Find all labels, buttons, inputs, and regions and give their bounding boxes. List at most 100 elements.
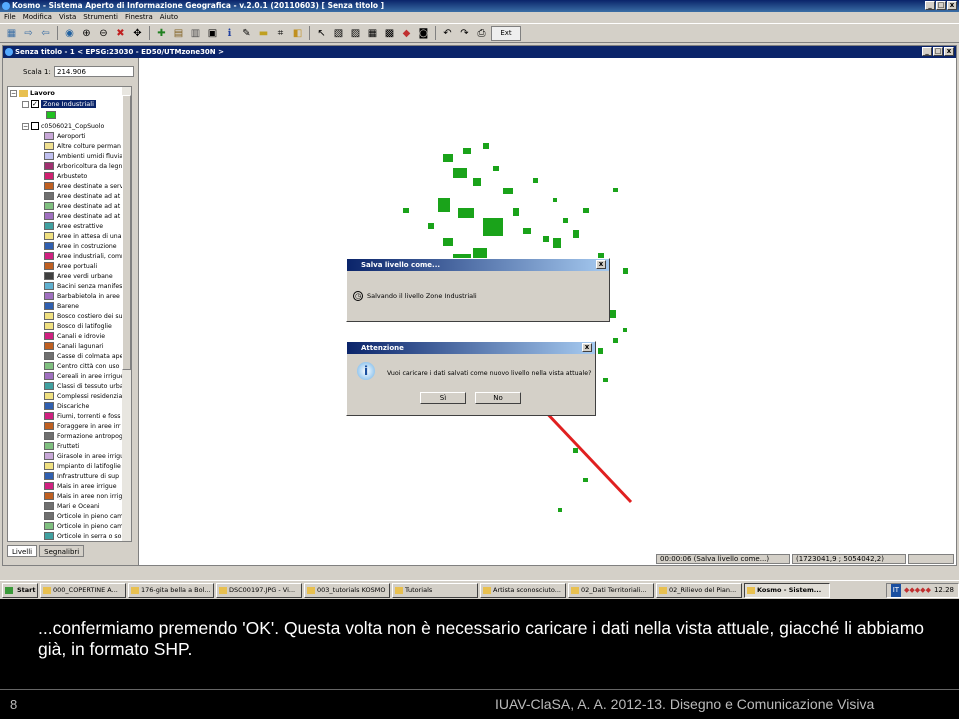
legend-item: Aree destinate ad at: [44, 212, 127, 222]
confirm-dialog-close-button[interactable]: x: [582, 343, 592, 352]
legend-label: Complessi residenzial: [57, 393, 125, 400]
layer-icon[interactable]: ▨: [348, 26, 363, 41]
scale-input[interactable]: 214.906: [54, 66, 134, 77]
legend-swatch: [44, 442, 54, 450]
yes-button[interactable]: Sì: [420, 392, 466, 404]
measure-icon[interactable]: ⌗: [273, 26, 288, 41]
layer-row-copsuolo[interactable]: − c0506021_CopSuolo: [22, 122, 104, 130]
redo-icon[interactable]: ↷: [457, 26, 472, 41]
legend-item: Arbusteto: [44, 172, 127, 182]
group-row[interactable]: − Lavoro: [10, 89, 55, 97]
maximize-button[interactable]: □: [936, 1, 946, 10]
legend-label: Aree portuali: [57, 263, 98, 270]
zoom-in-icon[interactable]: ⊕: [79, 26, 94, 41]
status-bar: 00:00:06 (Salva livello come...) (172304…: [3, 554, 956, 565]
view-close-button[interactable]: x: [944, 47, 954, 56]
save-dialog-titlebar: Salva livello come... x: [347, 259, 609, 271]
task-button[interactable]: 003_tutorials KOSMO: [304, 582, 390, 598]
new-view-icon[interactable]: ▦: [4, 26, 19, 41]
legend-label: Frutteti: [57, 443, 80, 450]
pan-icon[interactable]: ✥: [130, 26, 145, 41]
task-button[interactable]: 176-gita bella a Bol...: [128, 582, 214, 598]
layer1-swatch: [46, 111, 56, 119]
legend-label: Infrastrutture di sup: [57, 473, 120, 480]
menu-modifica[interactable]: Modifica: [23, 12, 52, 23]
language-indicator[interactable]: IT: [890, 583, 902, 597]
select-icon[interactable]: ↖: [314, 26, 329, 41]
legend-swatch: [44, 332, 54, 340]
legend-item: Formazione antropog: [44, 432, 127, 442]
box-icon[interactable]: ◧: [290, 26, 305, 41]
legend-label: Barene: [57, 303, 79, 310]
close-button[interactable]: x: [947, 1, 957, 10]
app-title: Kosmo - Sistema Aperto di Informazione G…: [12, 1, 385, 10]
legend-label: Fiumi, torrenti e foss: [57, 413, 121, 420]
edit-icon[interactable]: ▧: [331, 26, 346, 41]
checkbox-icon[interactable]: ✓: [31, 100, 39, 108]
task-button[interactable]: Tutorials: [392, 582, 478, 598]
task-button[interactable]: 02_Rilievo del Pian...: [656, 582, 742, 598]
save-icon[interactable]: ▣: [205, 26, 220, 41]
legend-label: Arbusteto: [57, 173, 88, 180]
app-titlebar: Kosmo - Sistema Aperto di Informazione G…: [0, 0, 959, 12]
task-button[interactable]: Artista sconosciuto...: [480, 582, 566, 598]
task-button[interactable]: DSC00197.JPG - Vi...: [216, 582, 302, 598]
start-button[interactable]: Start: [2, 582, 38, 598]
footer-divider: [0, 689, 959, 690]
legend-item: Girasole in aree irrigu: [44, 452, 127, 462]
legend-swatch: [44, 352, 54, 360]
legend-item: Aree in attesa di una: [44, 232, 127, 242]
pencil-icon[interactable]: ✎: [239, 26, 254, 41]
view-minimize-button[interactable]: _: [922, 47, 932, 56]
clock: 12.28: [933, 585, 954, 594]
legend-swatch: [44, 532, 54, 540]
legend-label: Formazione antropog: [57, 433, 123, 440]
legend-swatch: [44, 432, 54, 440]
menu-aiuto[interactable]: Aiuto: [160, 12, 178, 23]
legend-label: Aree in costruzione: [57, 243, 117, 250]
ext-button[interactable]: Ext: [491, 25, 521, 41]
menu-file[interactable]: File: [4, 12, 16, 23]
save-dialog-title: Salva livello come...: [361, 261, 441, 269]
info-icon[interactable]: ℹ: [222, 26, 237, 41]
task-button-kosmo[interactable]: Kosmo - Sistem...: [744, 582, 830, 598]
zoom-extent-icon[interactable]: ✖: [113, 26, 128, 41]
menu-strumenti[interactable]: Strumenti: [83, 12, 118, 23]
menu-finestra[interactable]: Finestra: [125, 12, 153, 23]
legend-swatch: [44, 302, 54, 310]
arrow-left-icon[interactable]: ⇦: [38, 26, 53, 41]
task-button[interactable]: 000_COPERTINE A...: [40, 582, 126, 598]
tree-scrollbar[interactable]: [122, 87, 131, 541]
no-button[interactable]: No: [475, 392, 521, 404]
add-layer-icon[interactable]: ✚: [154, 26, 169, 41]
legend-item: Centro città con uso: [44, 362, 127, 372]
palette-icon[interactable]: ◆: [399, 26, 414, 41]
add-shapefile-icon[interactable]: ▤: [171, 26, 186, 41]
task-button[interactable]: 02_Dati Territoriali...: [568, 582, 654, 598]
globe-icon[interactable]: ◉: [62, 26, 77, 41]
add-database-icon[interactable]: ▥: [188, 26, 203, 41]
legend-item: Aree verdi urbane: [44, 272, 127, 282]
menu-vista[interactable]: Vista: [59, 12, 76, 23]
minimize-button[interactable]: _: [925, 1, 935, 10]
legend-swatch: [44, 212, 54, 220]
legend-swatch: [44, 522, 54, 530]
tray-icons: ◆◆◆◆◆: [904, 585, 931, 594]
legend-swatch: [44, 312, 54, 320]
checkbox-icon[interactable]: [31, 122, 39, 130]
camera-icon[interactable]: ◙: [416, 26, 431, 41]
zoom-out-icon[interactable]: ⊖: [96, 26, 111, 41]
legend-label: Girasole in aree irrigu: [57, 453, 125, 460]
print-icon[interactable]: ⎙: [474, 26, 489, 41]
legend-label: Orticole in pieno cam: [57, 513, 124, 520]
table-icon[interactable]: ▦: [365, 26, 380, 41]
save-dialog-close-button[interactable]: x: [596, 260, 606, 269]
view-maximize-button[interactable]: □: [933, 47, 943, 56]
ruler-icon[interactable]: ▬: [256, 26, 271, 41]
arrow-right-icon[interactable]: ⇨: [21, 26, 36, 41]
slide-footer: IUAV-ClaSA, A. A. 2012-13. Disegno e Com…: [495, 696, 875, 712]
legend-swatch: [44, 252, 54, 260]
layer-row-zone-industriali[interactable]: ✓ Zone Industriali: [22, 99, 112, 109]
undo-icon[interactable]: ↶: [440, 26, 455, 41]
print-layout-icon[interactable]: ▩: [382, 26, 397, 41]
